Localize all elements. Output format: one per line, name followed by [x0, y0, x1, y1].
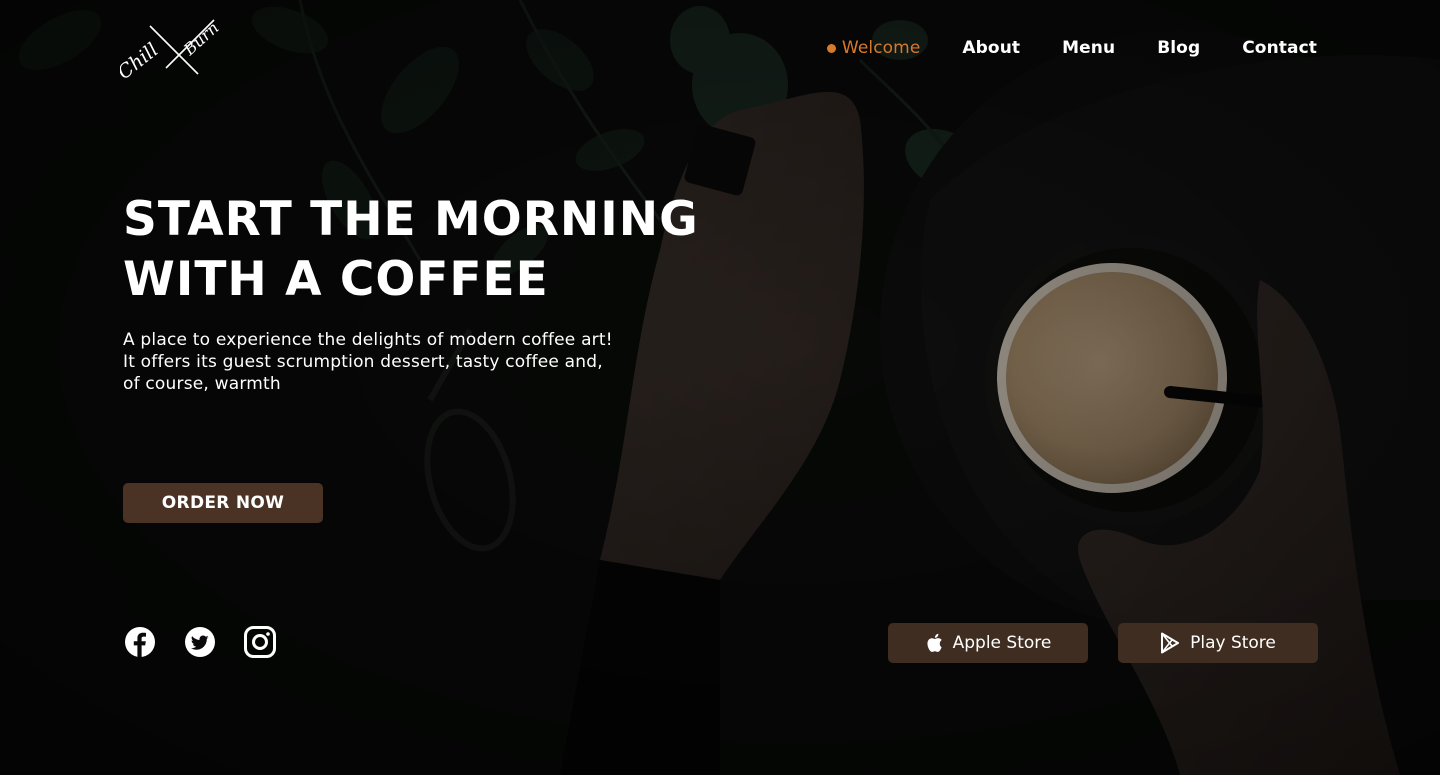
description-line: It offers its guest scrumption dessert, … [123, 352, 603, 372]
nav-item-label: Menu [1062, 38, 1116, 58]
logo-word-burn: Burn [179, 18, 222, 60]
nav-item-contact[interactable]: Contact [1242, 38, 1317, 58]
nav-item-label: Blog [1157, 38, 1201, 58]
nav-item-label: About [962, 38, 1021, 58]
hero-description: A place to experience the delights of mo… [123, 329, 643, 395]
description-line: of course, warmth [123, 374, 281, 394]
instagram-icon[interactable] [244, 626, 276, 658]
nav-item-about[interactable]: About [962, 38, 1020, 58]
chill-burn-logo[interactable]: Chill Burn [120, 14, 236, 86]
nav-item-label: Contact [1242, 38, 1317, 58]
play-store-button[interactable]: Play Store [1118, 623, 1318, 663]
main-navigation: Welcome About Menu Blog Contact [826, 38, 1317, 58]
headline-line: WITH A COFFEE [123, 252, 549, 307]
apple-icon [927, 633, 942, 652]
nav-item-blog[interactable]: Blog [1157, 38, 1200, 58]
nav-item-label: Welcome [841, 38, 921, 58]
play-store-label: Play Store [1190, 633, 1276, 653]
social-links [124, 626, 276, 658]
apple-store-label: Apple Store [952, 633, 1052, 653]
nav-item-welcome[interactable]: Welcome [826, 38, 921, 58]
apple-store-button[interactable]: Apple Store [888, 623, 1088, 663]
nav-item-menu[interactable]: Menu [1062, 38, 1115, 58]
facebook-icon[interactable] [124, 626, 156, 658]
headline-line: START THE MORNING [123, 192, 699, 247]
twitter-icon[interactable] [184, 626, 216, 658]
active-indicator-dot [826, 43, 836, 53]
play-store-icon [1161, 632, 1180, 654]
description-line: A place to experience the delights of mo… [123, 330, 613, 350]
order-now-button[interactable]: ORDER NOW [123, 483, 323, 523]
logo-word-chill: Chill [120, 39, 163, 84]
hero-headline: START THE MORNING WITH A COFFEE [123, 190, 743, 310]
